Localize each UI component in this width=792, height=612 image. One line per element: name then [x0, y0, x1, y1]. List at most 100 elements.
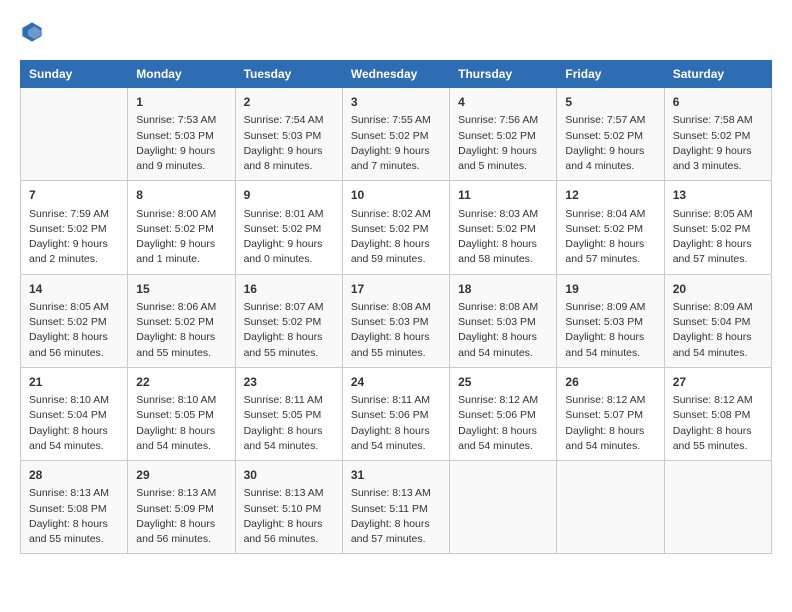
calendar-cell: 5 Sunrise: 7:57 AM Sunset: 5:02 PM Daylig… — [557, 88, 664, 181]
day-number: 20 — [673, 281, 763, 298]
calendar-cell: 13 Sunrise: 8:05 AM Sunset: 5:02 PM Dayli… — [664, 181, 771, 274]
calendar-cell: 1 Sunrise: 7:53 AM Sunset: 5:03 PM Daylig… — [128, 88, 235, 181]
calendar-cell: 14 Sunrise: 8:05 AM Sunset: 5:02 PM Dayli… — [21, 274, 128, 367]
calendar-cell — [21, 88, 128, 181]
column-header-sunday: Sunday — [21, 61, 128, 88]
calendar-cell — [664, 461, 771, 554]
day-info: Sunrise: 8:01 AM Sunset: 5:02 PM Dayligh… — [244, 207, 334, 268]
day-info: Sunrise: 8:09 AM Sunset: 5:03 PM Dayligh… — [565, 300, 655, 361]
day-info: Sunrise: 7:54 AM Sunset: 5:03 PM Dayligh… — [244, 113, 334, 174]
calendar-cell: 28 Sunrise: 8:13 AM Sunset: 5:08 PM Dayli… — [21, 461, 128, 554]
calendar-cell: 17Sunrise: 8:08 AM Sunset: 5:03 PM Dayli… — [342, 274, 449, 367]
day-number: 4 — [458, 94, 548, 111]
day-number: 5 — [565, 94, 655, 111]
day-info: Sunrise: 8:10 AM Sunset: 5:05 PM Dayligh… — [136, 393, 226, 454]
calendar-cell: 11 Sunrise: 8:03 AM Sunset: 5:02 PM Dayli… — [450, 181, 557, 274]
day-number: 30 — [244, 467, 334, 484]
calendar-cell: 4Sunrise: 7:56 AM Sunset: 5:02 PM Daylig… — [450, 88, 557, 181]
day-number: 26 — [565, 374, 655, 391]
calendar-cell: 18 Sunrise: 8:08 AM Sunset: 5:03 PM Dayli… — [450, 274, 557, 367]
day-info: Sunrise: 8:09 AM Sunset: 5:04 PM Dayligh… — [673, 300, 763, 361]
day-number: 31 — [351, 467, 441, 484]
day-info: Sunrise: 8:11 AM Sunset: 5:05 PM Dayligh… — [244, 393, 334, 454]
day-info: Sunrise: 8:12 AM Sunset: 5:06 PM Dayligh… — [458, 393, 548, 454]
day-info: Sunrise: 7:59 AM Sunset: 5:02 PM Dayligh… — [29, 207, 119, 268]
day-info: Sunrise: 7:53 AM Sunset: 5:03 PM Dayligh… — [136, 113, 226, 174]
day-number: 24 — [351, 374, 441, 391]
day-info: Sunrise: 8:13 AM Sunset: 5:10 PM Dayligh… — [244, 486, 334, 547]
day-info: Sunrise: 8:13 AM Sunset: 5:08 PM Dayligh… — [29, 486, 119, 547]
day-info: Sunrise: 8:04 AM Sunset: 5:02 PM Dayligh… — [565, 207, 655, 268]
day-info: Sunrise: 8:13 AM Sunset: 5:11 PM Dayligh… — [351, 486, 441, 547]
column-header-thursday: Thursday — [450, 61, 557, 88]
calendar-cell: 23 Sunrise: 8:11 AM Sunset: 5:05 PM Dayli… — [235, 367, 342, 460]
day-number: 14 — [29, 281, 119, 298]
logo-icon — [20, 20, 44, 44]
calendar-cell: 22 Sunrise: 8:10 AM Sunset: 5:05 PM Dayli… — [128, 367, 235, 460]
day-number: 6 — [673, 94, 763, 111]
day-number: 25 — [458, 374, 548, 391]
calendar-cell: 9 Sunrise: 8:01 AM Sunset: 5:02 PM Daylig… — [235, 181, 342, 274]
day-number: 22 — [136, 374, 226, 391]
column-header-tuesday: Tuesday — [235, 61, 342, 88]
calendar-cell: 31 Sunrise: 8:13 AM Sunset: 5:11 PM Dayli… — [342, 461, 449, 554]
calendar-cell: 8Sunrise: 8:00 AM Sunset: 5:02 PM Daylig… — [128, 181, 235, 274]
calendar-cell: 6 Sunrise: 7:58 AM Sunset: 5:02 PM Daylig… — [664, 88, 771, 181]
day-number: 23 — [244, 374, 334, 391]
day-info: Sunrise: 8:08 AM Sunset: 5:03 PM Dayligh… — [458, 300, 548, 361]
day-info: Sunrise: 8:12 AM Sunset: 5:08 PM Dayligh… — [673, 393, 763, 454]
day-number: 12 — [565, 187, 655, 204]
day-number: 27 — [673, 374, 763, 391]
logo — [20, 20, 48, 44]
day-number: 1 — [136, 94, 226, 111]
calendar-cell: 16Sunrise: 8:07 AM Sunset: 5:02 PM Dayli… — [235, 274, 342, 367]
day-number: 17 — [351, 281, 441, 298]
day-number: 11 — [458, 187, 548, 204]
calendar-cell: 15 Sunrise: 8:06 AM Sunset: 5:02 PM Dayli… — [128, 274, 235, 367]
day-number: 16 — [244, 281, 334, 298]
day-number: 13 — [673, 187, 763, 204]
calendar-cell: 7 Sunrise: 7:59 AM Sunset: 5:02 PM Daylig… — [21, 181, 128, 274]
calendar-cell: 26 Sunrise: 8:12 AM Sunset: 5:07 PM Dayli… — [557, 367, 664, 460]
calendar-cell: 19 Sunrise: 8:09 AM Sunset: 5:03 PM Dayli… — [557, 274, 664, 367]
calendar-week-row: 28 Sunrise: 8:13 AM Sunset: 5:08 PM Dayli… — [21, 461, 772, 554]
calendar-cell: 2 Sunrise: 7:54 AM Sunset: 5:03 PM Daylig… — [235, 88, 342, 181]
day-number: 28 — [29, 467, 119, 484]
calendar-cell: 27 Sunrise: 8:12 AM Sunset: 5:08 PM Dayli… — [664, 367, 771, 460]
day-number: 9 — [244, 187, 334, 204]
day-number: 29 — [136, 467, 226, 484]
day-info: Sunrise: 8:05 AM Sunset: 5:02 PM Dayligh… — [673, 207, 763, 268]
day-number: 19 — [565, 281, 655, 298]
calendar-cell: 25 Sunrise: 8:12 AM Sunset: 5:06 PM Dayli… — [450, 367, 557, 460]
column-header-row: SundayMondayTuesdayWednesdayThursdayFrid… — [21, 61, 772, 88]
day-info: Sunrise: 7:57 AM Sunset: 5:02 PM Dayligh… — [565, 113, 655, 174]
day-info: Sunrise: 8:02 AM Sunset: 5:02 PM Dayligh… — [351, 207, 441, 268]
day-info: Sunrise: 7:58 AM Sunset: 5:02 PM Dayligh… — [673, 113, 763, 174]
day-info: Sunrise: 8:05 AM Sunset: 5:02 PM Dayligh… — [29, 300, 119, 361]
column-header-wednesday: Wednesday — [342, 61, 449, 88]
day-number: 2 — [244, 94, 334, 111]
day-info: Sunrise: 8:11 AM Sunset: 5:06 PM Dayligh… — [351, 393, 441, 454]
calendar-week-row: 7 Sunrise: 7:59 AM Sunset: 5:02 PM Daylig… — [21, 181, 772, 274]
calendar-week-row: 14 Sunrise: 8:05 AM Sunset: 5:02 PM Dayli… — [21, 274, 772, 367]
day-info: Sunrise: 8:03 AM Sunset: 5:02 PM Dayligh… — [458, 207, 548, 268]
calendar-cell: 10 Sunrise: 8:02 AM Sunset: 5:02 PM Dayli… — [342, 181, 449, 274]
day-info: Sunrise: 8:10 AM Sunset: 5:04 PM Dayligh… — [29, 393, 119, 454]
day-info: Sunrise: 8:06 AM Sunset: 5:02 PM Dayligh… — [136, 300, 226, 361]
day-info: Sunrise: 8:12 AM Sunset: 5:07 PM Dayligh… — [565, 393, 655, 454]
calendar-week-row: 1 Sunrise: 7:53 AM Sunset: 5:03 PM Daylig… — [21, 88, 772, 181]
calendar-cell: 21Sunrise: 8:10 AM Sunset: 5:04 PM Dayli… — [21, 367, 128, 460]
column-header-saturday: Saturday — [664, 61, 771, 88]
calendar-cell: 29Sunrise: 8:13 AM Sunset: 5:09 PM Dayli… — [128, 461, 235, 554]
calendar-cell — [450, 461, 557, 554]
day-number: 18 — [458, 281, 548, 298]
column-header-friday: Friday — [557, 61, 664, 88]
day-number: 10 — [351, 187, 441, 204]
calendar-cell: 3Sunrise: 7:55 AM Sunset: 5:02 PM Daylig… — [342, 88, 449, 181]
day-number: 7 — [29, 187, 119, 204]
calendar-cell — [557, 461, 664, 554]
day-number: 3 — [351, 94, 441, 111]
calendar-table: SundayMondayTuesdayWednesdayThursdayFrid… — [20, 60, 772, 554]
day-number: 15 — [136, 281, 226, 298]
day-number: 8 — [136, 187, 226, 204]
